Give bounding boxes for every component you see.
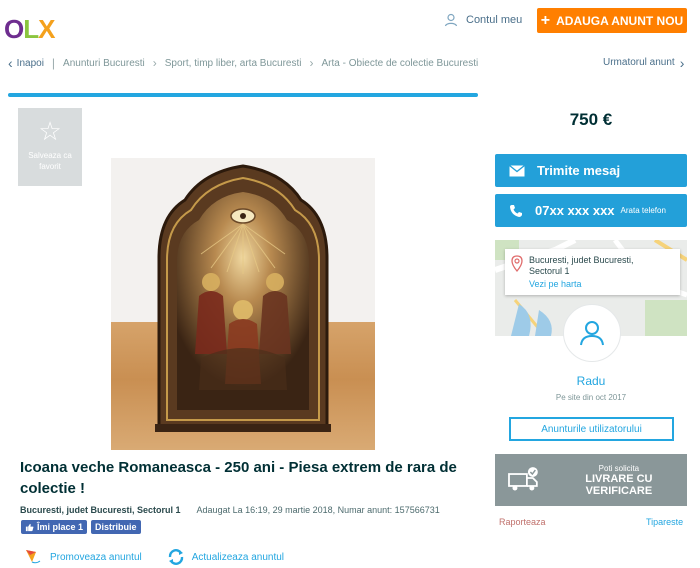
chevron-left-icon: ‹ xyxy=(8,55,13,71)
seller-name[interactable]: Radu xyxy=(495,374,687,388)
breadcrumb: ‹ Inapoi | Anunturi Bucuresti › Sport, t… xyxy=(8,56,478,70)
listing-meta: Bucuresti, judet Bucuresti, Sectorul 1 A… xyxy=(20,505,440,515)
breadcrumb-item-bucuresti[interactable]: Anunturi Bucuresti xyxy=(63,58,145,69)
breadcrumb-item-arta[interactable]: Arta - Obiecte de colectie Bucuresti xyxy=(322,58,479,69)
user-icon xyxy=(580,321,604,346)
listing-location: Bucuresti, judet Bucuresti, Sectorul 1 xyxy=(20,505,181,515)
olx-logo[interactable]: OLX xyxy=(4,14,55,45)
delivery-line-2: LIVRARE CU VERIFICARE xyxy=(585,472,653,497)
phone-icon xyxy=(510,204,522,217)
account-label: Contul meu xyxy=(466,14,523,26)
delivery-text: Poti solicita LIVRARE CU VERIFICARE xyxy=(551,464,687,497)
refresh-label: Actualizeaza anuntul xyxy=(191,551,285,563)
location-line-1: Bucuresti, judet Bucuresti, xyxy=(529,255,634,265)
chevron-right-icon: › xyxy=(309,56,314,70)
location-card: Bucuresti, judet Bucuresti, Sectorul 1 V… xyxy=(505,249,680,295)
member-since: Pe site din oct 2017 xyxy=(555,393,627,402)
next-ad-label: Urmatorul anunt xyxy=(603,57,675,68)
logo-letter-l: L xyxy=(23,14,39,44)
facebook-share-button[interactable]: Distribuie xyxy=(91,520,141,534)
like-label: Îmi place 1 xyxy=(37,522,84,532)
map-pin-icon xyxy=(511,255,523,273)
thumbs-up-icon xyxy=(25,523,34,531)
star-icon: ☆ xyxy=(38,116,62,146)
location-text: Bucuresti, judet Bucuresti, Sectorul 1 V… xyxy=(529,255,634,295)
chevron-right-icon: › xyxy=(679,54,685,71)
post-ad-label: ADAUGA ANUNT NOU xyxy=(556,13,684,28)
social-buttons: Îmi place 1 Distribuie xyxy=(21,520,141,534)
account-link[interactable]: Contul meu xyxy=(444,13,522,27)
chevron-right-icon: › xyxy=(152,56,157,70)
view-on-map-link[interactable]: Vezi pe harta xyxy=(529,279,634,290)
kite-icon xyxy=(26,550,41,564)
show-phone-label: Arata telefon xyxy=(620,206,666,215)
price: 750 € xyxy=(569,110,613,129)
post-ad-button[interactable]: + ADAUGA ANUNT NOU xyxy=(537,8,687,33)
report-link[interactable]: Raporteaza xyxy=(499,517,546,527)
logo-letter-x: X xyxy=(38,14,55,44)
gallery-top-bar xyxy=(8,93,478,97)
listing-actions: Promoveaza anuntul Actualizeaza anuntul xyxy=(24,548,284,566)
send-message-button[interactable]: Trimite mesaj xyxy=(495,154,687,187)
print-link[interactable]: Tipareste xyxy=(646,517,683,527)
phone-number: 07xx xxx xxx xyxy=(535,203,615,218)
listing-title: Icoana veche Romaneasca - 250 ani - Pies… xyxy=(20,459,457,497)
back-label: Inapoi xyxy=(16,57,44,69)
logo-letter-o: O xyxy=(4,14,24,44)
facebook-like-button[interactable]: Îmi place 1 xyxy=(21,520,88,534)
delivery-truck-icon xyxy=(508,467,538,491)
breadcrumb-separator: | xyxy=(51,56,56,70)
icon-artwork-image xyxy=(155,164,331,432)
breadcrumb-item-sport[interactable]: Sport, timp liber, arta Bucuresti xyxy=(165,58,302,69)
delivery-line-1: Poti solicita xyxy=(598,463,640,473)
delivery-button[interactable]: Poti solicita LIVRARE CU VERIFICARE xyxy=(495,454,687,506)
plus-icon: + xyxy=(540,11,551,29)
promote-label: Promoveaza anuntul xyxy=(50,551,142,563)
save-favorite-label: Salveaza ca favorit xyxy=(28,151,72,171)
refresh-ad-link[interactable]: Actualizeaza anuntul xyxy=(166,548,284,566)
promote-ad-link[interactable]: Promoveaza anuntul xyxy=(24,548,142,566)
user-ads-button[interactable]: Anunturile utilizatorului xyxy=(509,417,674,441)
avatar[interactable] xyxy=(563,304,621,362)
refresh-icon xyxy=(168,549,183,565)
user-icon xyxy=(444,13,458,27)
listing-photo[interactable] xyxy=(111,158,375,450)
listing-added: Adaugat La 16:19, 29 martie 2018, Numar … xyxy=(196,505,440,515)
send-message-label: Trimite mesaj xyxy=(537,163,621,178)
envelope-icon xyxy=(509,164,525,176)
back-link[interactable]: ‹ Inapoi xyxy=(8,55,44,71)
show-phone-button[interactable]: 07xx xxx xxx Arata telefon xyxy=(495,194,687,227)
location-line-2: Sectorul 1 xyxy=(529,266,570,276)
next-ad-link[interactable]: Urmatorul anunt › xyxy=(603,54,685,71)
save-favorite-button[interactable]: ☆ Salveaza ca favorit xyxy=(18,108,82,186)
